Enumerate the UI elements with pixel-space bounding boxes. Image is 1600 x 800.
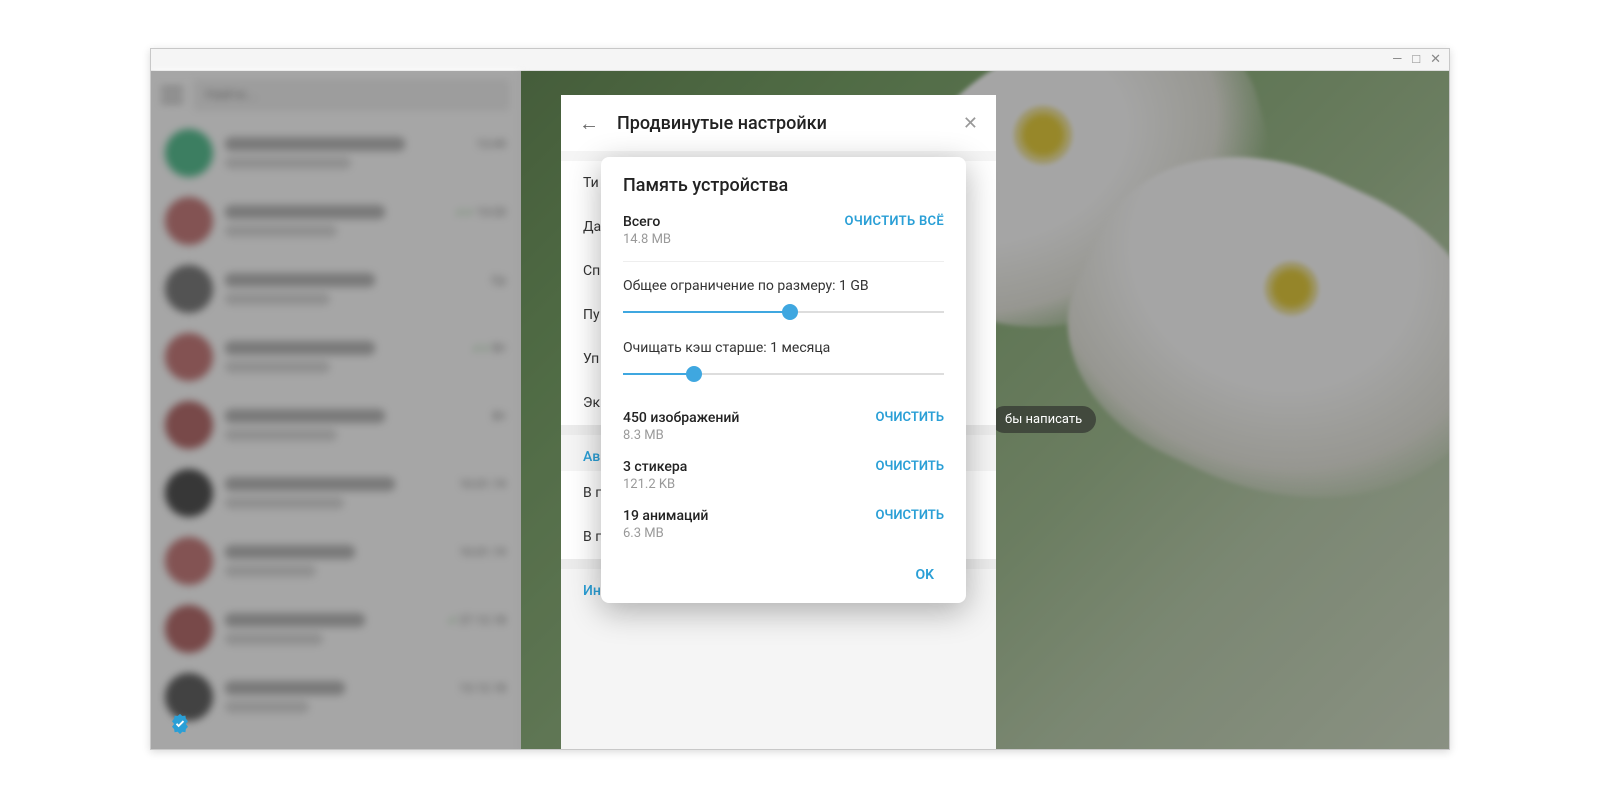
verified-badge-icon xyxy=(169,713,191,735)
cache-item-size: 121.2 KB xyxy=(623,477,687,492)
cache-item-row: 3 стикера 121.2 KB ОЧИСТИТЬ xyxy=(623,451,944,500)
total-size: 14.8 MB xyxy=(623,232,671,247)
cache-item-row: 19 анимаций 6.3 MB ОЧИСТИТЬ xyxy=(623,500,944,549)
cache-item-title: 3 стикера xyxy=(623,459,687,475)
window-titlebar: — □ ✕ xyxy=(151,49,1449,71)
size-limit-label: Общее ограничение по размеру: 1 GB xyxy=(623,278,944,294)
write-hint-badge: бы написать xyxy=(991,406,1096,433)
dialog-title: Память устройства xyxy=(623,175,944,196)
maximize-button[interactable]: □ xyxy=(1412,53,1420,66)
device-memory-dialog: Память устройства Всего 14.8 MB ОЧИСТИТЬ… xyxy=(601,157,966,603)
size-limit-slider[interactable] xyxy=(623,304,944,320)
close-panel-icon[interactable]: ✕ xyxy=(963,113,978,134)
back-arrow-icon[interactable]: ← xyxy=(579,111,599,136)
cache-item-size: 6.3 MB xyxy=(623,526,708,541)
clear-item-button[interactable]: ОЧИСТИТЬ xyxy=(875,410,944,425)
minimize-button[interactable]: — xyxy=(1392,53,1402,66)
total-label: Всего xyxy=(623,214,671,230)
ok-button[interactable]: OK xyxy=(905,561,944,589)
advanced-title: Продвинутые настройки xyxy=(617,113,945,134)
clear-item-button[interactable]: ОЧИСТИТЬ xyxy=(875,508,944,523)
cache-item-title: 450 изображений xyxy=(623,410,739,426)
close-window-button[interactable]: ✕ xyxy=(1430,53,1441,66)
age-limit-label: Очищать кэш старше: 1 месяца xyxy=(623,340,944,356)
clear-item-button[interactable]: ОЧИСТИТЬ xyxy=(875,459,944,474)
cache-item-row: 450 изображений 8.3 MB ОЧИСТИТЬ xyxy=(623,402,944,451)
cache-item-size: 8.3 MB xyxy=(623,428,739,443)
clear-all-button[interactable]: ОЧИСТИТЬ ВСЁ xyxy=(845,214,944,229)
age-limit-slider[interactable] xyxy=(623,366,944,382)
cache-item-title: 19 анимаций xyxy=(623,508,708,524)
